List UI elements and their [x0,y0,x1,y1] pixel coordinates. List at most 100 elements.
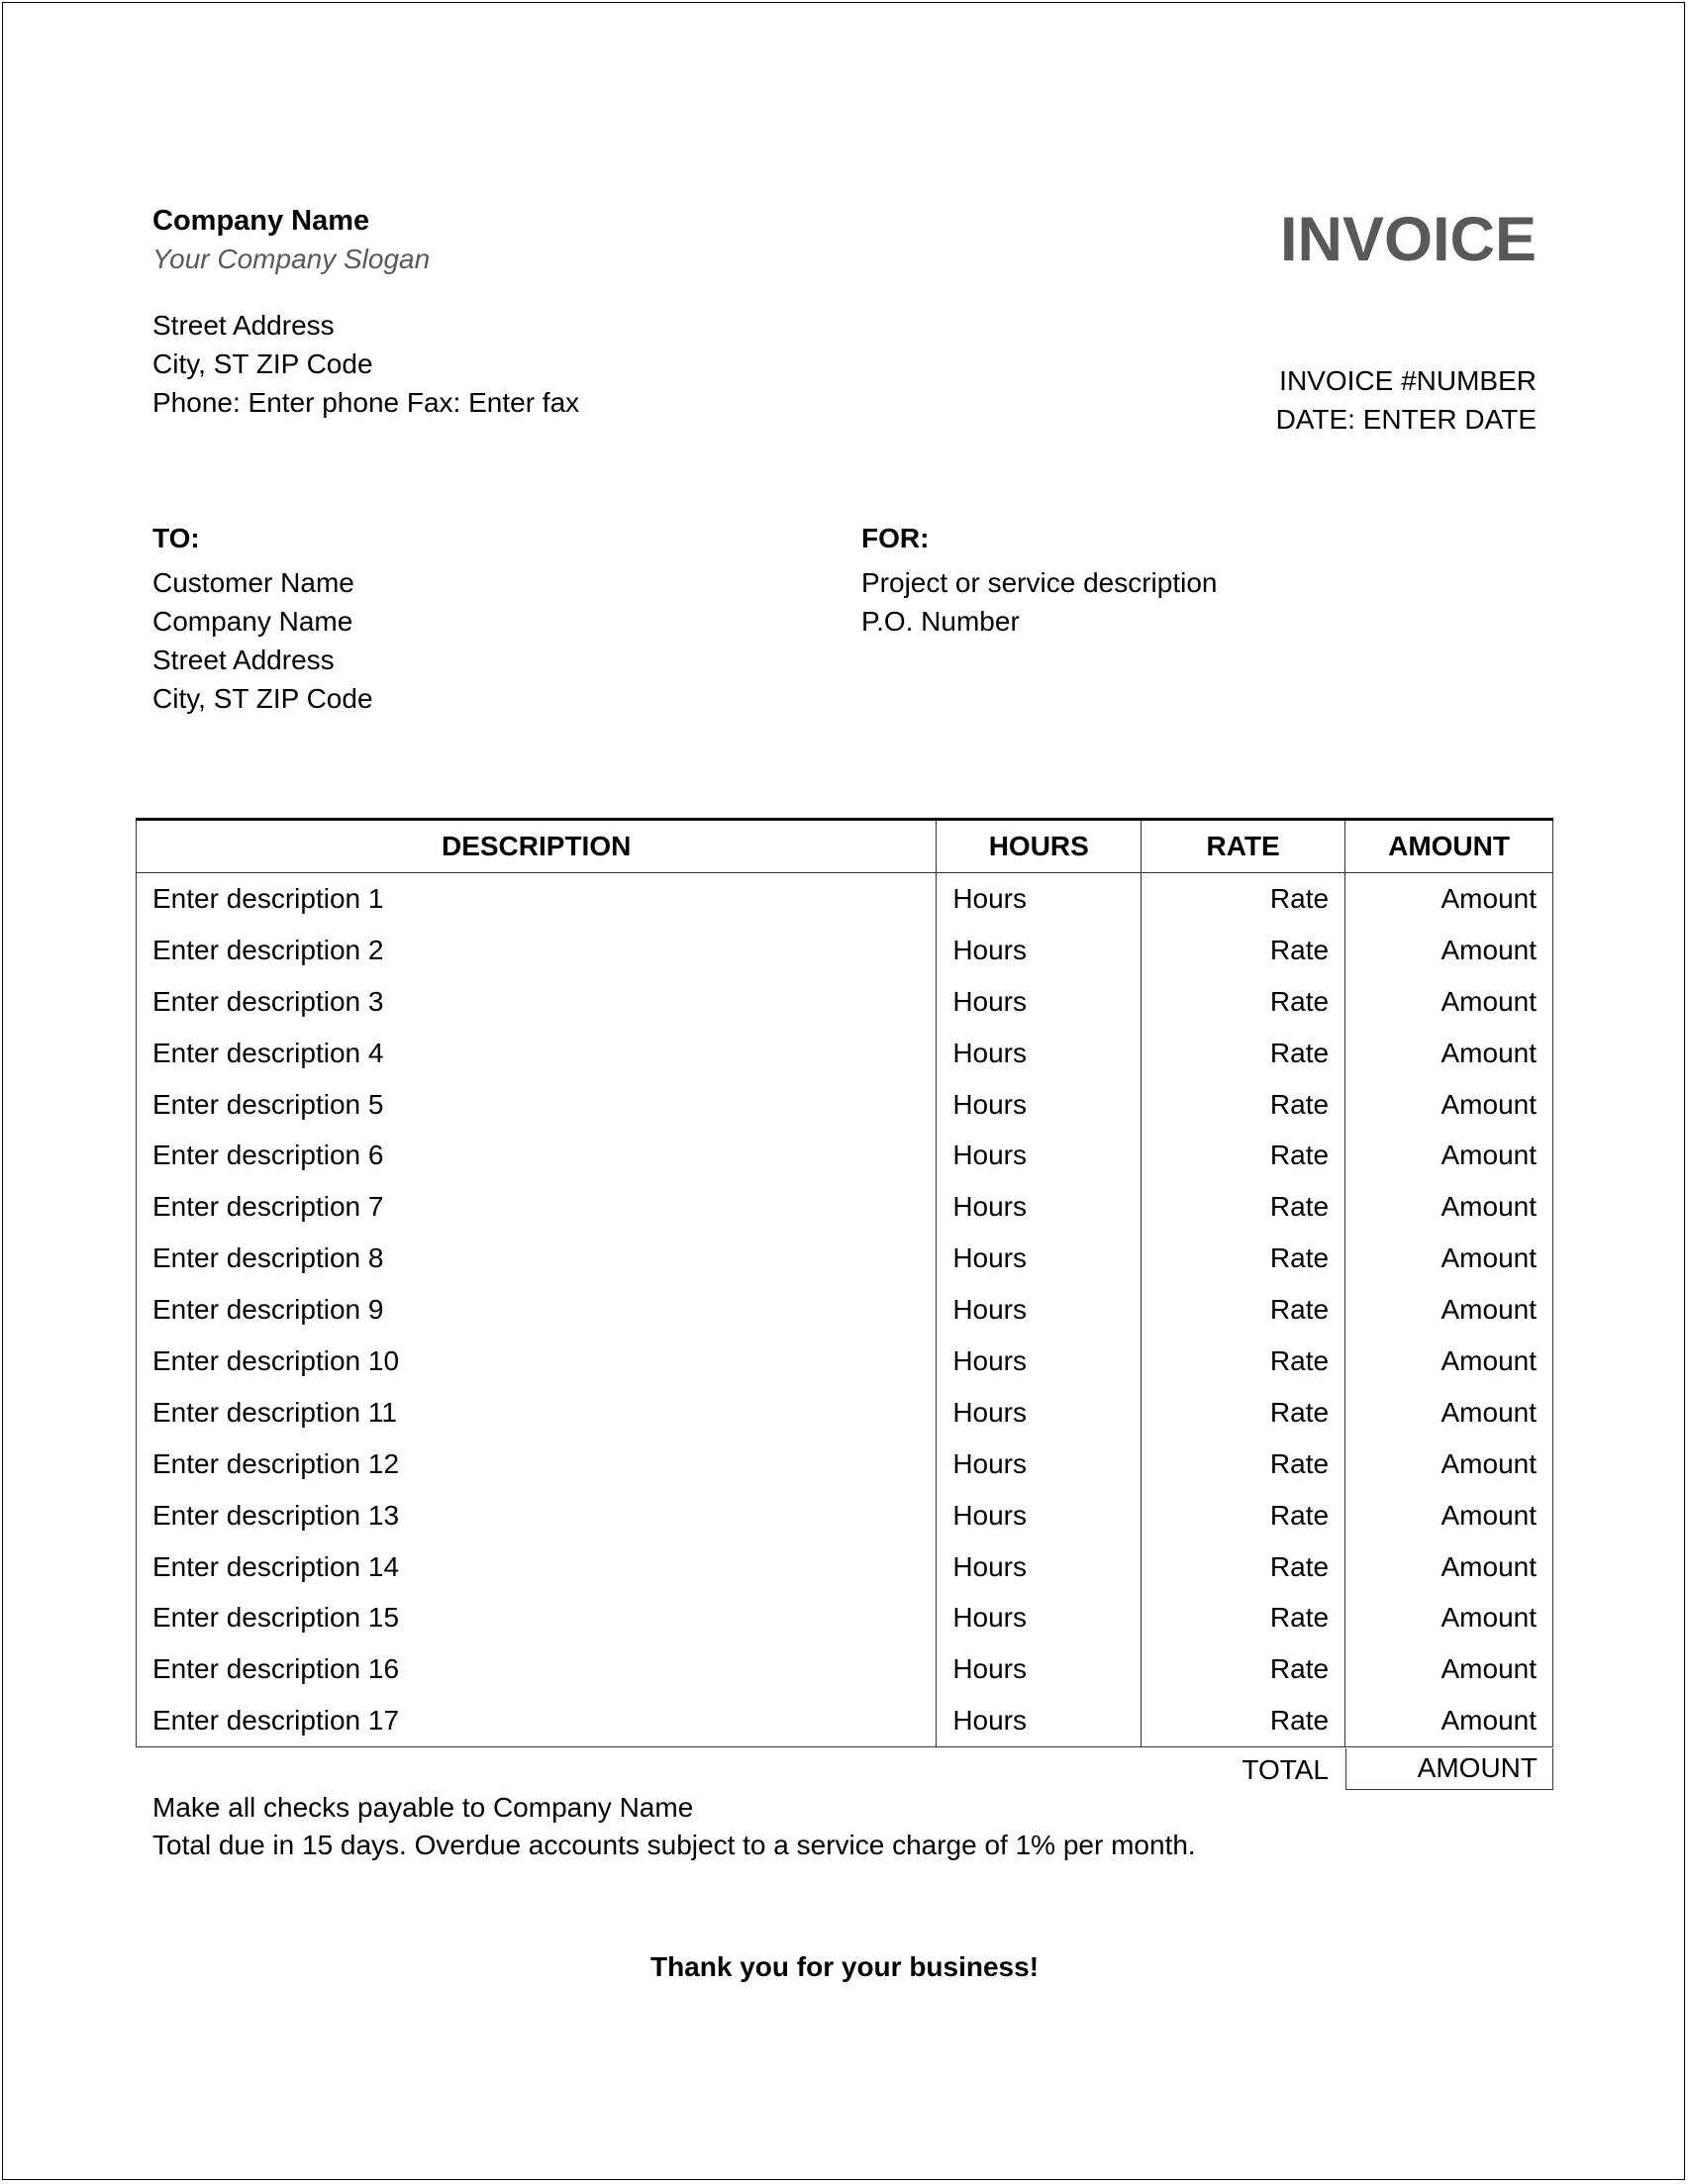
row-rate: Rate [1141,1386,1346,1439]
for-po-number: P.O. Number [861,606,1020,637]
row-amount: Amount [1344,1027,1553,1079]
row-amount: Amount [1344,975,1553,1028]
row-amount: Amount [1344,1643,1553,1696]
line-items-table: DESCRIPTION HOURS RATE AMOUNT Enter desc… [135,818,1553,1748]
row-hours: Hours [936,1643,1143,1696]
row-rate: Rate [1141,1489,1346,1541]
header-description: DESCRIPTION [135,818,938,873]
row-hours: Hours [936,1284,1143,1337]
row-description: Enter description 3 [135,975,938,1028]
table-row: Enter description 6 Hours Rate Amount [135,1130,1553,1182]
row-rate: Rate [1141,1233,1346,1285]
row-hours: Hours [936,975,1143,1028]
for-label: FOR: [861,523,930,553]
company-slogan: Your Company Slogan [152,244,431,274]
row-hours: Hours [936,1438,1143,1490]
row-rate: Rate [1141,1438,1346,1490]
company-street: Street Address [152,310,335,341]
row-description: Enter description 10 [135,1336,938,1387]
invoice-title: INVOICE [1279,205,1537,274]
payment-notes: Make all checks payable to Company Name … [152,1788,1196,1863]
due-terms-note: Total due in 15 days. Overdue accounts s… [152,1830,1196,1860]
table-row: Enter description 4 Hours Rate Amount [135,1027,1553,1079]
company-name: Company Name [152,205,370,237]
table-row: Enter description 12 Hours Rate Amount [135,1438,1553,1490]
row-description: Enter description 13 [135,1489,938,1541]
row-description: Enter description 14 [135,1540,938,1593]
row-rate: Rate [1141,872,1346,925]
bill-to-customer: Customer Name [152,567,354,598]
row-description: Enter description 4 [135,1027,938,1079]
table-row: Enter description 1 Hours Rate Amount [135,872,1553,925]
row-rate: Rate [1141,1284,1346,1337]
table-row: Enter description 3 Hours Rate Amount [135,975,1553,1028]
row-amount: Amount [1344,1386,1553,1439]
for-block: FOR: Project or service description P.O.… [861,519,1217,641]
row-hours: Hours [936,924,1143,976]
invoice-date: DATE: ENTER DATE [1275,404,1537,435]
bill-to-city: City, ST ZIP Code [152,683,373,714]
row-amount: Amount [1344,1489,1553,1541]
row-rate: Rate [1141,1336,1346,1387]
header-rate: RATE [1141,818,1346,873]
row-description: Enter description 11 [135,1386,938,1439]
table-row: Enter description 9 Hours Rate Amount [135,1284,1553,1337]
row-description: Enter description 7 [135,1181,938,1234]
row-hours: Hours [936,872,1143,925]
table-row: Enter description 16 Hours Rate Amount [135,1643,1553,1696]
bill-to-block: TO: Customer Name Company Name Street Ad… [152,519,373,718]
row-rate: Rate [1141,1181,1346,1234]
total-label: TOTAL [1242,1754,1329,1785]
table-row: Enter description 15 Hours Rate Amount [135,1592,1553,1644]
row-hours: Hours [936,1540,1143,1593]
checks-payable-note: Make all checks payable to Company Name [152,1792,694,1823]
table-row: Enter description 17 Hours Rate Amount [135,1695,1553,1748]
row-hours: Hours [936,1489,1143,1541]
row-amount: Amount [1344,1078,1553,1131]
row-description: Enter description 12 [135,1438,938,1490]
row-description: Enter description 5 [135,1078,938,1131]
row-amount: Amount [1344,1695,1553,1748]
row-amount: Amount [1344,924,1553,976]
table-row: Enter description 7 Hours Rate Amount [135,1181,1553,1234]
row-description: Enter description 8 [135,1233,938,1285]
row-amount: Amount [1344,872,1553,925]
invoice-number: INVOICE #NUMBER [1279,365,1537,396]
row-amount: Amount [1344,1540,1553,1593]
table-row: Enter description 8 Hours Rate Amount [135,1233,1553,1285]
row-description: Enter description 16 [135,1643,938,1696]
table-row: Enter description 13 Hours Rate Amount [135,1489,1553,1541]
row-description: Enter description 9 [135,1284,938,1337]
row-rate: Rate [1141,1078,1346,1131]
row-rate: Rate [1141,1592,1346,1644]
bill-to-company: Company Name [152,606,353,637]
table-row: Enter description 14 Hours Rate Amount [135,1540,1553,1593]
thank-you-message: Thank you for your business! [649,1951,1040,1982]
row-hours: Hours [936,1130,1143,1182]
row-rate: Rate [1141,1695,1346,1748]
header-hours: HOURS [936,818,1143,873]
row-amount: Amount [1344,1233,1553,1285]
row-hours: Hours [936,1181,1143,1234]
company-phone-fax: Phone: Enter phone Fax: Enter fax [152,387,580,418]
row-rate: Rate [1141,1540,1346,1593]
bill-to-street: Street Address [152,645,335,675]
row-amount: Amount [1344,1592,1553,1644]
row-hours: Hours [936,1386,1143,1439]
row-rate: Rate [1141,924,1346,976]
table-row: Enter description 11 Hours Rate Amount [135,1386,1553,1439]
total-amount: AMOUNT [1345,1748,1553,1790]
row-description: Enter description 17 [135,1695,938,1748]
row-amount: Amount [1344,1284,1553,1337]
row-rate: Rate [1141,1643,1346,1696]
row-description: Enter description 2 [135,924,938,976]
company-city: City, ST ZIP Code [152,348,373,379]
row-hours: Hours [936,1336,1143,1387]
row-amount: Amount [1344,1130,1553,1182]
company-address: Street Address City, ST ZIP Code Phone: … [152,306,579,422]
row-amount: Amount [1344,1336,1553,1387]
table-row: Enter description 5 Hours Rate Amount [135,1078,1553,1131]
row-rate: Rate [1141,1130,1346,1182]
invoice-meta: INVOICE #NUMBER DATE: ENTER DATE [1276,361,1537,439]
row-description: Enter description 6 [135,1130,938,1182]
